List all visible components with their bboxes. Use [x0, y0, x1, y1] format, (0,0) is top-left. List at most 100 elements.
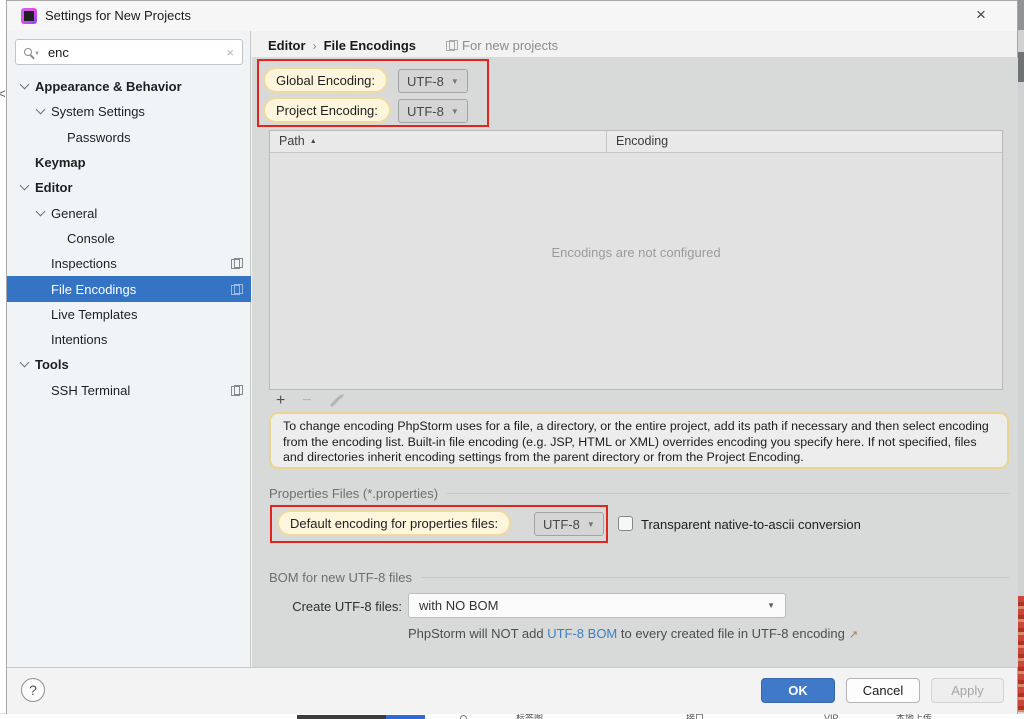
sidebar-item[interactable]: Live Templates	[7, 302, 251, 327]
table-toolbar: + −	[276, 392, 342, 410]
sidebar-item[interactable]: SSH Terminal	[7, 378, 251, 403]
settings-tree: Appearance & Behavior System Settings Pa…	[7, 74, 251, 403]
apply-button[interactable]: Apply	[931, 678, 1004, 703]
sidebar-item-label: Console	[67, 230, 115, 246]
close-icon[interactable]: ×	[970, 5, 992, 25]
help-button[interactable]: ?	[21, 678, 45, 702]
bom-hint-text: PhpStorm will NOT add UTF-8 BOM to every…	[408, 626, 859, 641]
footer-bar: ? OK Cancel Apply	[7, 668, 1017, 714]
sidebar-item[interactable]: Passwords	[7, 125, 251, 150]
cancel-button[interactable]: Cancel	[846, 678, 920, 703]
background-tab-label: 标签图	[516, 713, 544, 719]
properties-encoding-dropdown[interactable]: UTF-8 ▼	[534, 512, 604, 536]
copy-settings-icon	[231, 258, 243, 270]
sidebar-item-label: Live Templates	[51, 306, 138, 322]
global-encoding-label: Global Encoding:	[263, 67, 389, 93]
external-link-icon: ↗	[848, 629, 859, 641]
divider	[447, 493, 1009, 494]
ok-button[interactable]: OK	[761, 678, 835, 703]
create-utf8-files-label: Create UTF-8 files:	[292, 599, 402, 614]
utf8-bom-link[interactable]: UTF-8 BOM	[547, 626, 617, 641]
background-red-image-fragment	[1018, 596, 1024, 712]
chevron-down-icon: ▼	[450, 76, 459, 86]
footer-buttons: OK Cancel Apply	[761, 678, 1004, 703]
sidebar-item[interactable]: File Encodings	[7, 276, 251, 302]
copy-icon	[446, 40, 459, 51]
sidebar-item[interactable]: Inspections	[7, 251, 251, 276]
bom-section-header: BOM for new UTF-8 files	[269, 570, 1009, 585]
background-progress-bar	[297, 715, 425, 719]
table-empty-text: Encodings are not configured	[551, 244, 721, 260]
copy-settings-icon	[231, 384, 243, 396]
global-encoding-dropdown[interactable]: UTF-8 ▼	[398, 69, 468, 93]
chevron-down-icon[interactable]	[19, 79, 30, 90]
background-circle-icon	[460, 715, 467, 719]
transparent-ascii-checkbox-label[interactable]: Transparent native-to-ascii conversion	[641, 517, 861, 532]
remove-icon[interactable]: −	[302, 393, 311, 409]
background-tab-label: 本地上传	[896, 713, 933, 719]
chevron-down-icon: ▼	[586, 519, 595, 529]
settings-dialog: Settings for New Projects × ▼ enc × Appe…	[6, 0, 1018, 714]
search-input[interactable]: ▼ enc ×	[15, 39, 243, 65]
background-fragment	[1018, 52, 1024, 82]
column-header-path[interactable]: Path ▲	[270, 131, 607, 152]
for-new-projects-badge: For new projects	[446, 38, 558, 53]
sidebar-item-label: System Settings	[51, 104, 145, 120]
divider	[421, 577, 1009, 578]
project-encoding-dropdown[interactable]: UTF-8 ▼	[398, 99, 468, 123]
background-window-fragment: <	[0, 86, 6, 101]
sidebar-item[interactable]: Appearance & Behavior	[7, 74, 251, 99]
breadcrumb-file-encodings: File Encodings	[323, 38, 417, 53]
sidebar-item[interactable]: Intentions	[7, 327, 251, 352]
breadcrumb-separator: ›	[312, 38, 317, 53]
clear-search-icon[interactable]: ×	[226, 45, 234, 60]
background-tab-label: 接口	[686, 713, 705, 719]
chevron-down-icon: ▼	[767, 601, 775, 610]
window-title: Settings for New Projects	[45, 8, 191, 23]
sidebar-item-label: Tools	[35, 357, 69, 373]
sidebar-item[interactable]: General	[7, 200, 251, 225]
sidebar-item-label: Editor	[35, 180, 73, 196]
chevron-down-icon[interactable]	[19, 357, 30, 368]
add-icon[interactable]: +	[276, 393, 285, 409]
chevron-down-icon: ▼	[450, 106, 459, 116]
breadcrumb: Editor › File Encodings For new projects	[268, 38, 558, 53]
transparent-ascii-checkbox[interactable]	[618, 516, 633, 531]
sidebar-item[interactable]: Editor	[7, 175, 251, 200]
search-icon	[24, 48, 32, 56]
sidebar-item-label: File Encodings	[51, 281, 137, 297]
sidebar-item-label: Appearance & Behavior	[35, 79, 182, 95]
chevron-down-icon[interactable]	[19, 180, 30, 191]
create-utf8-files-dropdown[interactable]: with NO BOM ▼	[408, 593, 786, 618]
sidebar-item-label: General	[51, 205, 98, 221]
chevron-down-icon[interactable]	[35, 206, 46, 217]
title-bar: Settings for New Projects ×	[7, 1, 1017, 31]
encoding-help-text: To change encoding PhpStorm uses for a f…	[269, 412, 1009, 469]
settings-sidebar: ▼ enc × Appearance & Behavior System Set…	[7, 31, 251, 668]
phpstorm-logo-icon	[21, 8, 37, 24]
sidebar-item[interactable]: Tools	[7, 352, 251, 377]
for-new-projects-label: For new projects	[462, 38, 559, 53]
sidebar-item-label: Passwords	[67, 129, 131, 145]
background-fragment	[1018, 0, 1024, 30]
sidebar-item[interactable]: Keymap	[7, 150, 251, 175]
edit-pencil-icon[interactable]	[329, 395, 341, 407]
sort-asc-icon: ▲	[309, 138, 317, 145]
chevron-down-icon[interactable]	[35, 104, 46, 115]
background-blue-bar	[386, 715, 425, 719]
sidebar-item-label: Intentions	[51, 332, 108, 348]
sidebar-item[interactable]: System Settings	[7, 99, 251, 124]
background-tab-label: VIP	[824, 713, 839, 719]
sidebar-item-label: SSH Terminal	[51, 382, 131, 398]
breadcrumb-editor[interactable]: Editor	[268, 38, 306, 53]
properties-section-header: Properties Files (*.properties)	[269, 486, 1009, 501]
sidebar-item[interactable]: Console	[7, 226, 251, 251]
column-header-encoding[interactable]: Encoding	[607, 131, 1002, 152]
sidebar-item-label: Keymap	[35, 155, 86, 171]
table-header: Path ▲ Encoding	[270, 131, 1002, 153]
search-options-caret-icon[interactable]: ▼	[34, 51, 40, 57]
copy-settings-icon	[231, 283, 243, 295]
background-right-strip	[1018, 0, 1024, 719]
default-properties-encoding-label: Default encoding for properties files:	[277, 510, 512, 536]
project-encoding-label: Project Encoding:	[263, 97, 391, 123]
